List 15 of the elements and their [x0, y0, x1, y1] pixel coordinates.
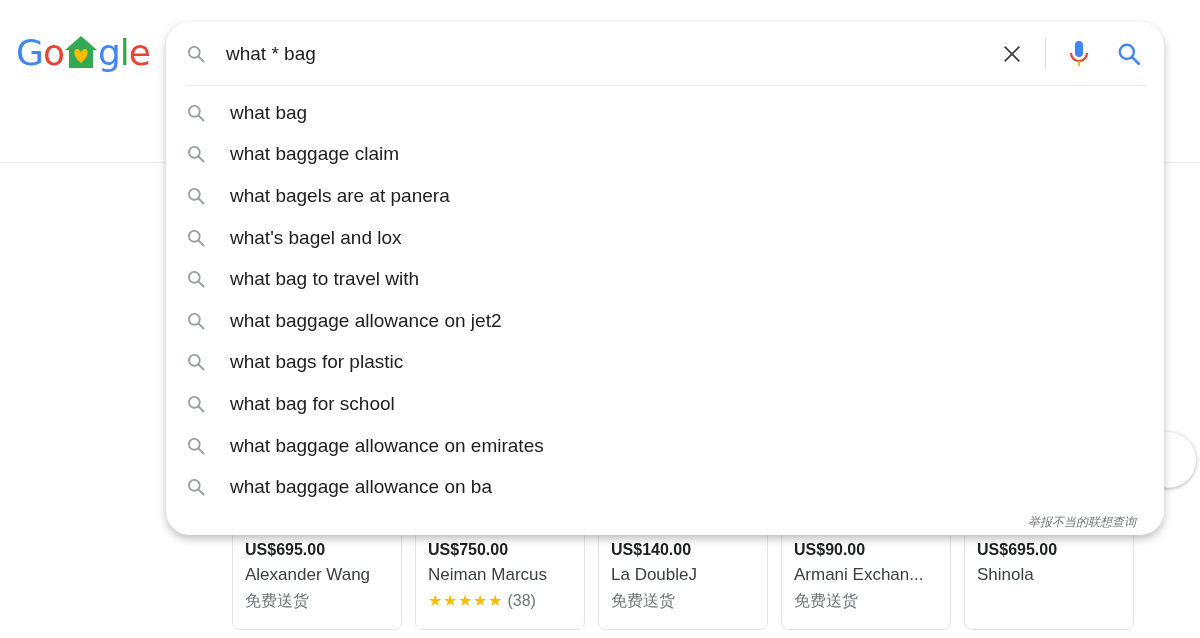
star-rating: ★★★★★	[428, 591, 502, 610]
product-price: US$695.00	[245, 541, 327, 559]
shipping-note: 免费送货	[794, 591, 859, 611]
shipping-note: 免费送货	[245, 591, 310, 611]
product-seller: Armani Exchan...	[794, 565, 925, 585]
product-seller: Neiman Marcus	[428, 565, 549, 585]
product-seller: La DoubleJ	[611, 565, 698, 585]
product-price: US$90.00	[794, 541, 867, 559]
review-count: (38)	[506, 591, 536, 610]
product-price: US$140.00	[611, 541, 693, 559]
product-seller: Shinola	[977, 565, 1035, 585]
product-seller: Alexander Wang	[245, 565, 372, 585]
shipping-note: 免费送货	[611, 591, 676, 611]
product-price: US$695.00	[977, 541, 1059, 559]
product-price: US$750.00	[428, 541, 510, 559]
